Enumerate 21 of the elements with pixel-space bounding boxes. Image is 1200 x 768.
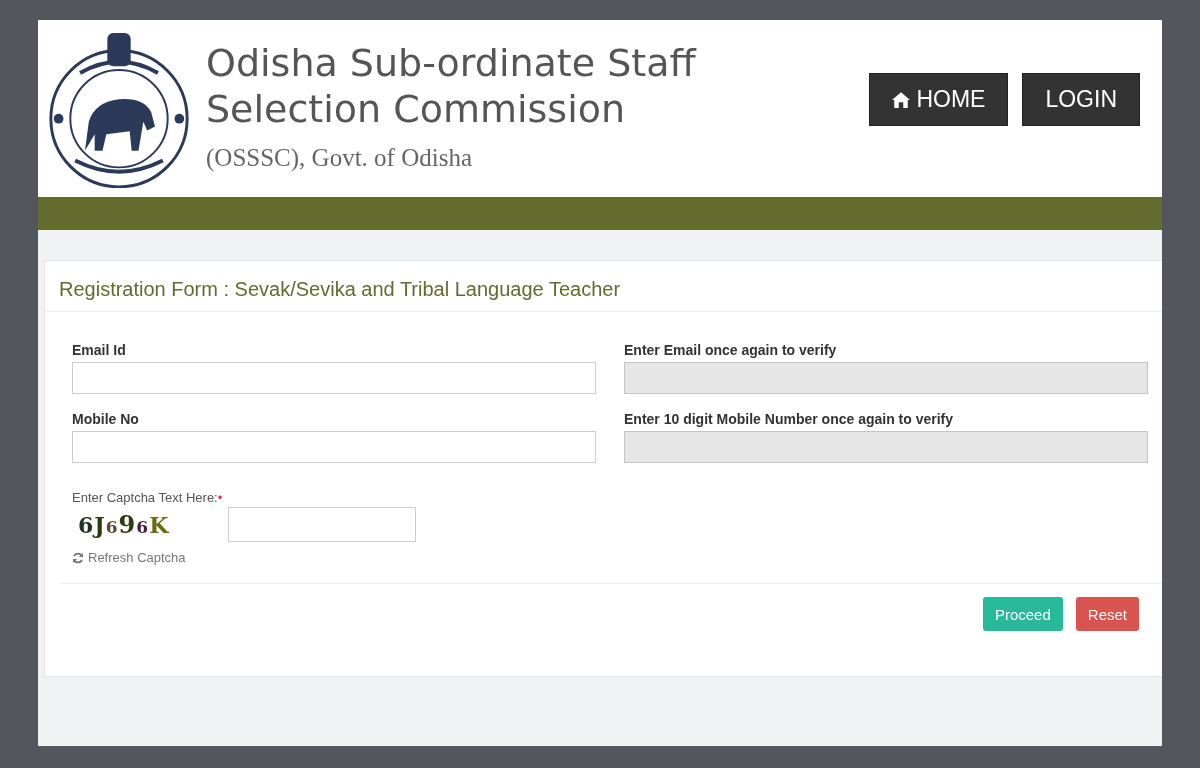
- field-label: Mobile No: [72, 411, 140, 427]
- refresh-icon: [72, 551, 84, 564]
- home-button[interactable]: HOME: [869, 73, 1009, 126]
- field-label: Enter Captcha Text Here:: [72, 490, 218, 505]
- site-title: Odisha Sub-ordinate Staff: [206, 40, 698, 86]
- site-subtitle: (OSSSC), Govt. of Odisha: [206, 144, 473, 172]
- site-title: Selection Commission: [206, 86, 627, 132]
- form-title: Registration Form : Sevak/Sevika and Tribal Language Teacher: [45, 261, 1162, 312]
- input-field[interactable]: [72, 362, 596, 394]
- field-label: Email Id: [72, 342, 127, 358]
- field-label: Enter Email once again to verify: [624, 342, 838, 358]
- home-icon: [892, 91, 911, 108]
- refresh-captcha-link[interactable]: Refresh Captcha: [72, 550, 186, 565]
- input-field[interactable]: [72, 431, 596, 463]
- input-field[interactable]: [228, 507, 416, 542]
- required-mark: •: [217, 490, 223, 505]
- captcha-image: 6J696K: [77, 510, 171, 539]
- field-label: Enter 10 digit Mobile Number once again to verify: [624, 411, 955, 427]
- proceed-button[interactable]: Proceed: [982, 597, 1063, 631]
- login-button[interactable]: LOGIN: [1022, 73, 1140, 126]
- reset-button[interactable]: Reset: [1075, 597, 1139, 631]
